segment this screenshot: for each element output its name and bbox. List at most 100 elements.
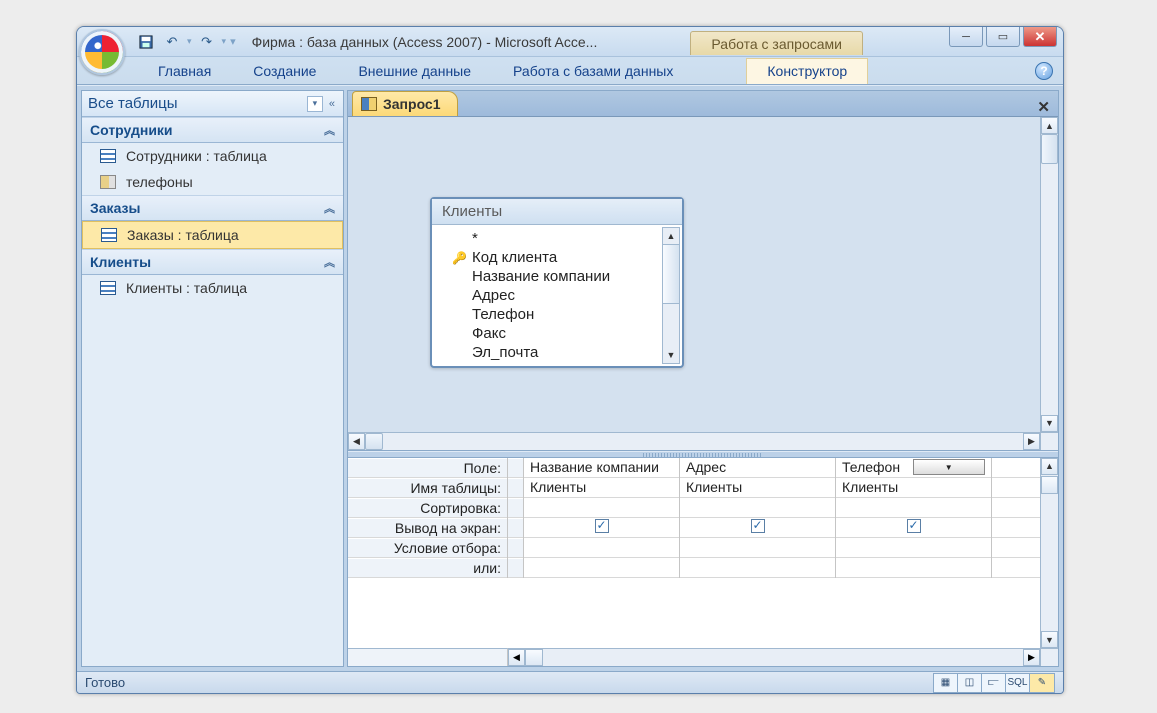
qbe-cell-sort[interactable] [524,498,679,518]
scroll-up-icon[interactable]: ▲ [1041,458,1058,475]
qbe-label-show: Вывод на экран: [348,518,507,538]
view-pivottable-button[interactable]: ◫ [958,674,982,692]
qbe-cell-criteria[interactable] [524,538,679,558]
application-window: ↶ ▾ ↷ ▾ ▾ Фирма : база данных (Access 20… [76,26,1064,694]
tab-database-tools[interactable]: Работа с базами данных [492,58,694,84]
scroll-left-icon[interactable]: ◀ [348,433,365,450]
scroll-up-icon[interactable]: ▲ [663,228,679,244]
field-list-item[interactable]: Адрес [432,286,682,305]
dropdown-icon[interactable]: ▾ [187,36,192,47]
view-pivotchart-button[interactable]: ⫍ [982,674,1006,692]
qbe-column[interactable]: Название компании Клиенты [524,458,680,578]
nav-filter-dropdown-icon[interactable]: ▾ [307,96,323,112]
quick-access-toolbar: ↶ ▾ ↷ ▾ ▾ [135,32,236,52]
close-button[interactable]: ✕ [1023,27,1057,47]
qbe-cell-table[interactable]: Клиенты [680,478,835,498]
qbe-cell-show[interactable] [680,518,835,538]
field-list-item[interactable]: Название компании [432,267,682,286]
horizontal-splitter[interactable] [348,451,1058,458]
qbe-column[interactable]: Адрес Клиенты [680,458,836,578]
dropdown-icon[interactable]: ▾ [222,36,227,47]
nav-group-clients[interactable]: Клиенты ︽ [82,249,343,275]
scroll-thumb[interactable] [525,649,543,666]
qbe-cell-sort[interactable] [680,498,835,518]
scroll-right-icon[interactable]: ▶ [1023,433,1040,450]
save-button[interactable] [135,32,157,52]
document-close-button[interactable]: ✕ [1037,98,1050,116]
qbe-label-or: или: [348,558,507,578]
nav-group-label: Сотрудники [90,122,173,138]
table-icon [100,149,116,163]
qbe-cell-show[interactable] [836,518,991,538]
nav-group-employees[interactable]: Сотрудники ︽ [82,117,343,143]
minimize-button[interactable]: ─ [949,27,983,47]
qbe-cell-or[interactable] [524,558,679,578]
view-design-button[interactable]: ✎ [1030,674,1054,692]
nav-pane-header[interactable]: Все таблицы ▾ « [82,91,343,117]
scroll-right-icon[interactable]: ▶ [1023,649,1040,666]
customize-qat-icon[interactable]: ▾ [230,35,236,48]
nav-item-clients-table[interactable]: Клиенты : таблица [82,275,343,301]
field-list-item[interactable]: Телефон [432,305,682,324]
scroll-down-icon[interactable]: ▼ [1041,415,1058,432]
qbe-label-sort: Сортировка: [348,498,507,518]
scroll-thumb[interactable] [365,433,383,450]
qbe-cell-table[interactable]: Клиенты [524,478,679,498]
undo-button[interactable]: ↶ [161,32,183,52]
nav-group-orders[interactable]: Заказы ︽ [82,195,343,221]
view-datasheet-button[interactable]: ▦ [934,674,958,692]
nav-item-phones-query[interactable]: телефоны [82,169,343,195]
scroll-thumb[interactable] [1041,134,1058,164]
tab-create[interactable]: Создание [232,58,337,84]
help-button[interactable]: ? [1035,62,1053,80]
nav-item-orders-table[interactable]: Заказы : таблица [82,221,343,249]
field-list-item[interactable]: Факс [432,324,682,343]
chevron-up-icon: ︽ [324,122,335,138]
qbe-row-selectors[interactable] [508,458,524,578]
checkbox-checked-icon[interactable] [595,519,609,533]
qbe-cell-field[interactable]: Адрес [680,458,835,478]
nav-collapse-button[interactable]: « [327,98,337,110]
tab-design[interactable]: Конструктор [746,58,868,84]
scroll-down-icon[interactable]: ▼ [663,347,679,363]
checkbox-checked-icon[interactable] [751,519,765,533]
qbe-horizontal-scrollbar[interactable]: ◀ ▶ [508,648,1040,666]
scroll-down-icon[interactable]: ▼ [1041,631,1058,648]
qbe-cell-criteria[interactable] [680,538,835,558]
document-tab-query1[interactable]: Запрос1 [352,91,458,116]
qbe-cell-table[interactable]: Клиенты [836,478,991,498]
qbe-cell-field[interactable]: Телефон▼ [836,458,991,478]
qbe-cell-sort[interactable] [836,498,991,518]
tab-home[interactable]: Главная [137,58,232,84]
scroll-thumb[interactable] [1041,476,1058,494]
view-sql-button[interactable]: SQL [1006,674,1030,692]
qbe-cell-or[interactable] [836,558,991,578]
scroll-up-icon[interactable]: ▲ [1041,117,1058,134]
table-icon [101,228,117,242]
qbe-cell-or[interactable] [680,558,835,578]
qbe-vertical-scrollbar[interactable]: ▲ ▼ [1040,458,1058,648]
scroll-thumb[interactable] [663,244,679,304]
redo-button[interactable]: ↷ [196,32,218,52]
field-list-item[interactable]: 🔑Код клиента [432,248,682,267]
field-list-scrollbar[interactable]: ▲ ▼ [662,227,680,364]
qbe-cell-criteria[interactable] [836,538,991,558]
qbe-cell-show[interactable] [524,518,679,538]
qbe-cell-field[interactable]: Название компании [524,458,679,478]
query-design-surface[interactable]: Клиенты * 🔑Код клиента Название компании… [348,117,1058,451]
field-list-item[interactable]: * [432,229,682,248]
nav-item-employees-table[interactable]: Сотрудники : таблица [82,143,343,169]
field-list-item[interactable]: Эл_почта [432,343,682,362]
dropdown-icon[interactable]: ▼ [913,459,986,475]
office-button[interactable] [79,29,125,75]
checkbox-checked-icon[interactable] [907,519,921,533]
query-icon [100,175,116,189]
scroll-left-icon[interactable]: ◀ [508,649,525,666]
maximize-button[interactable]: ▭ [986,27,1020,47]
vertical-scrollbar[interactable]: ▲ ▼ [1040,117,1058,432]
tab-external-data[interactable]: Внешние данные [337,58,492,84]
qbe-column[interactable]: Телефон▼ Клиенты [836,458,992,578]
horizontal-scrollbar[interactable]: ◀ ▶ [348,432,1040,450]
chevron-up-icon: ︽ [324,254,335,270]
field-list-clients[interactable]: Клиенты * 🔑Код клиента Название компании… [430,197,684,368]
